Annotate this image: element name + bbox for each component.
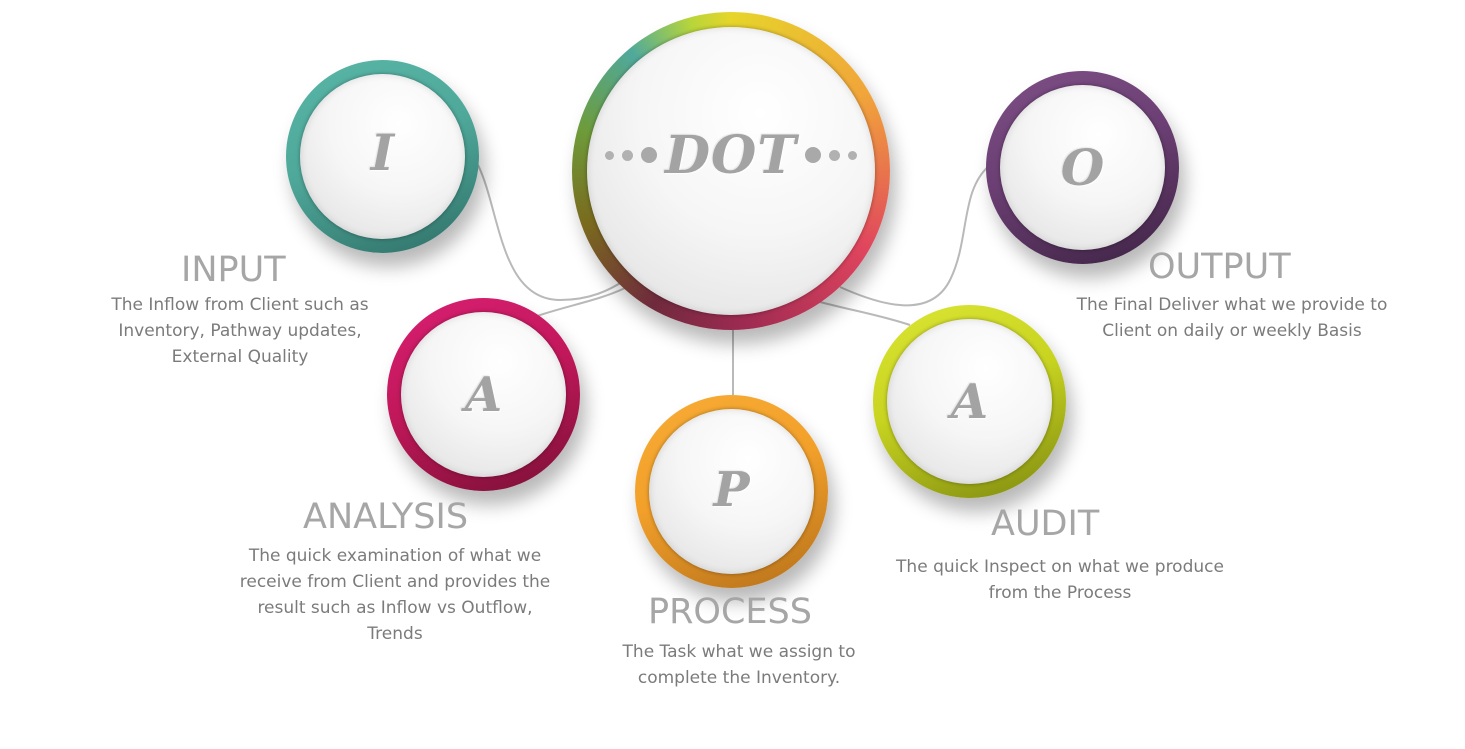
output-node: O xyxy=(986,71,1179,264)
dot-diagram: DOT I A P A O INPUT The Inflow from Clie… xyxy=(0,0,1465,749)
process-letter: P xyxy=(713,461,750,518)
center-node-face: DOT xyxy=(587,27,875,315)
output-desc-line: Client on daily or weekly Basis xyxy=(1102,321,1362,341)
audit-node: A xyxy=(873,305,1066,498)
decor-dot xyxy=(848,150,858,160)
audit-node-face: A xyxy=(887,319,1052,484)
decor-dot xyxy=(805,147,822,163)
analysis-desc-line: Trends xyxy=(367,624,423,644)
decor-dot xyxy=(621,149,633,161)
analysis-desc-line: The quick examination of what we xyxy=(248,546,542,566)
input-desc-line: Inventory, Pathway updates, xyxy=(118,321,362,341)
process-desc-line: The Task what we assign to xyxy=(622,642,856,662)
input-desc-line: External Quality xyxy=(171,347,309,367)
analysis-letter: A xyxy=(464,366,503,423)
analysis-title: ANALYSIS xyxy=(303,497,469,537)
input-description: The Inflow from Client such as Inventory… xyxy=(90,292,390,370)
process-title: PROCESS xyxy=(648,592,812,632)
connector-analysis xyxy=(536,287,626,317)
analysis-desc-line: result such as Inflow vs Outflow, xyxy=(257,598,533,618)
output-desc-line: The Final Deliver what we provide to xyxy=(1076,295,1388,315)
center-node: DOT xyxy=(572,12,890,330)
output-title: OUTPUT xyxy=(1148,247,1291,287)
input-title: INPUT xyxy=(181,250,286,290)
decor-dot xyxy=(829,149,841,161)
audit-letter: A xyxy=(950,373,989,430)
audit-description: The quick Inspect on what we produce fro… xyxy=(885,554,1235,606)
analysis-node: A xyxy=(387,298,580,491)
center-label: DOT xyxy=(664,124,798,186)
input-desc-line: The Inflow from Client such as xyxy=(111,295,369,315)
output-description: The Final Deliver what we provide to Cli… xyxy=(1062,292,1402,344)
input-node-face: I xyxy=(300,74,465,239)
output-node-face: O xyxy=(1000,85,1165,250)
process-description: The Task what we assign to complete the … xyxy=(589,639,889,691)
analysis-desc-line: receive from Client and provides the xyxy=(239,572,551,592)
process-node-face: P xyxy=(649,409,814,574)
center-label-row: DOT xyxy=(604,124,858,186)
output-letter: O xyxy=(1060,138,1105,197)
process-node: P xyxy=(635,395,828,588)
audit-desc-line: from the Process xyxy=(988,583,1132,603)
decor-dot xyxy=(640,147,657,163)
audit-title: AUDIT xyxy=(991,504,1100,544)
analysis-node-face: A xyxy=(401,312,566,477)
decor-dot xyxy=(604,150,614,160)
process-desc-line: complete the Inventory. xyxy=(637,668,841,688)
input-letter: I xyxy=(370,123,395,182)
audit-desc-line: The quick Inspect on what we produce xyxy=(896,557,1224,577)
analysis-description: The quick examination of what we receive… xyxy=(225,543,565,647)
input-node: I xyxy=(286,60,479,253)
